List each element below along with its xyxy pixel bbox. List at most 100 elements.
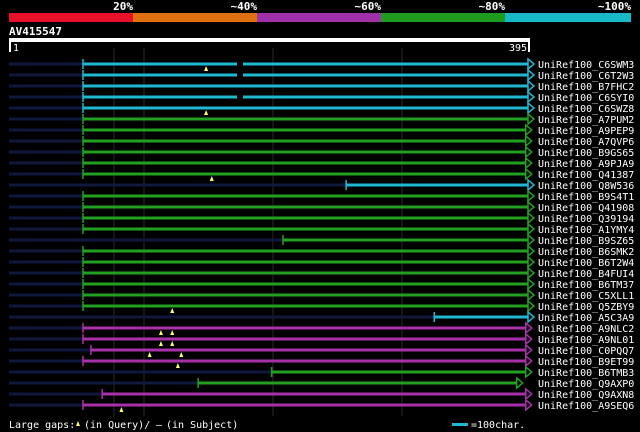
hit-label[interactable]: UniRef100_C0PQQ7 <box>538 346 634 357</box>
hit-label[interactable]: UniRef100_A5C3A9 <box>538 313 634 324</box>
legend-in-subject: (in Subject) <box>166 420 238 431</box>
hit-label[interactable]: UniRef100_A7PUM2 <box>538 115 634 126</box>
hit-label[interactable]: UniRef100_Q9AXP0 <box>538 379 634 390</box>
hit-row[interactable]: UniRef100_B6T2W4 <box>9 255 634 269</box>
hit-label[interactable]: UniRef100_Q41387 <box>538 170 634 181</box>
hit-label[interactable]: UniRef100_B6TM37 <box>538 280 634 291</box>
hit-arrow-icon <box>524 398 533 412</box>
scale-segment-80 <box>381 13 505 22</box>
query-gap-marker-icon <box>147 352 152 357</box>
query-end-tick <box>528 42 530 52</box>
hit-row[interactable]: UniRef100_C6SYI0 <box>9 90 634 104</box>
hit-label[interactable]: UniRef100_B4FUI4 <box>538 269 634 280</box>
hit-arrow-icon <box>524 321 533 335</box>
scale-segment-20 <box>9 13 133 22</box>
hit-label[interactable]: UniRef100_A9PJA9 <box>538 159 634 170</box>
hit-label[interactable]: UniRef100_B9S4T1 <box>538 192 634 203</box>
hit-label[interactable]: UniRef100_Q9AXN8 <box>538 390 634 401</box>
hit-row[interactable]: UniRef100_A9NLC2 <box>9 321 634 335</box>
scale-bar-100-icon <box>452 423 468 426</box>
hit-row[interactable]: UniRef100_B6TM37 <box>9 277 634 291</box>
hit-row[interactable]: UniRef100_B9GS65 <box>9 145 634 159</box>
hit-label[interactable]: UniRef100_B9GS65 <box>538 148 634 159</box>
hit-label[interactable]: UniRef100_C6SWM3 <box>538 60 634 71</box>
legend-dash-symbol: – <box>156 420 163 431</box>
hit-row[interactable]: UniRef100_B7FHC2 <box>9 79 634 93</box>
hit-arrow-icon <box>527 101 536 115</box>
hit-row[interactable]: UniRef100_B9S4T1 <box>9 189 634 203</box>
hit-label[interactable]: UniRef100_C6SYI0 <box>538 93 634 104</box>
hit-row[interactable]: UniRef100_Q5ZBY9 <box>9 299 634 313</box>
hit-list: UniRef100_C6SWM3UniRef100_C6T2W3UniRef10… <box>9 57 634 412</box>
hit-label[interactable]: UniRef100_B6SMK2 <box>538 247 634 258</box>
alignment-graphic: 20% ~40% ~60% ~80% ~100% AV415547 1 395 … <box>9 0 634 431</box>
hit-row[interactable]: UniRef100_C6SWM3 <box>9 57 634 71</box>
hit-row[interactable]: UniRef100_C6T2W3 <box>9 68 634 82</box>
hit-arrow-icon <box>527 233 536 247</box>
scale-label-20: 20% <box>113 0 133 13</box>
hit-row[interactable]: UniRef100_A1YMY4 <box>9 222 634 236</box>
hit-row[interactable]: UniRef100_B9SZ65 <box>9 233 634 247</box>
hit-label[interactable]: UniRef100_C5XLL1 <box>538 291 634 302</box>
hit-row[interactable]: UniRef100_Q41387 <box>9 167 634 181</box>
hit-label[interactable]: UniRef100_Q39194 <box>538 214 634 225</box>
hit-row[interactable]: UniRef100_C6SWZ8 <box>9 101 634 115</box>
scale-label-40: ~40% <box>231 0 258 13</box>
hit-row[interactable]: UniRef100_A5C3A9 <box>9 310 634 324</box>
hit-row[interactable]: UniRef100_A9SEQ6 <box>9 398 634 412</box>
hit-row[interactable]: UniRef100_Q9AXN8 <box>9 387 634 401</box>
hit-arrow-icon <box>527 79 536 93</box>
scale-label-60: ~60% <box>355 0 382 13</box>
hit-row[interactable]: UniRef100_B6TMB3 <box>9 365 634 379</box>
hit-label[interactable]: UniRef100_A1YMY4 <box>538 225 634 236</box>
legend-in-query: (in Query)/ <box>84 420 150 431</box>
hit-label[interactable]: UniRef100_Q5ZBY9 <box>538 302 634 313</box>
query-gap-marker-icon <box>209 176 214 181</box>
query-gap-marker-icon <box>76 421 80 426</box>
hit-row[interactable]: UniRef100_Q8W536 <box>9 178 634 192</box>
hit-row[interactable]: UniRef100_A9NL01 <box>9 332 634 346</box>
query-gap-marker-icon <box>170 341 175 346</box>
hit-label[interactable]: UniRef100_A9PEP9 <box>538 126 634 137</box>
hit-row[interactable]: UniRef100_A9PEP9 <box>9 123 634 137</box>
hit-label[interactable]: UniRef100_B9SZ65 <box>538 236 634 247</box>
query-bar <box>9 38 530 42</box>
hit-row[interactable]: UniRef100_A7QVP6 <box>9 134 634 148</box>
hit-label[interactable]: UniRef100_B6TMB3 <box>538 368 634 379</box>
hit-row[interactable]: UniRef100_C0PQQ7 <box>9 343 634 357</box>
scale-label-100: ~100% <box>598 0 631 13</box>
hit-label[interactable]: UniRef100_Q8W536 <box>538 181 634 192</box>
hit-row[interactable]: UniRef100_C5XLL1 <box>9 288 634 302</box>
hit-label[interactable]: UniRef100_A9SEQ6 <box>538 401 634 412</box>
hit-row[interactable]: UniRef100_Q39194 <box>9 211 634 225</box>
hit-row[interactable]: UniRef100_B4FUI4 <box>9 266 634 280</box>
hit-label[interactable]: UniRef100_B7FHC2 <box>538 82 634 93</box>
hit-arrow-icon <box>524 134 533 148</box>
hit-row[interactable]: UniRef100_B9ET99 <box>9 354 634 368</box>
hit-arrow-icon <box>527 277 536 291</box>
hit-arrow-icon <box>527 266 536 280</box>
hit-row[interactable]: UniRef100_B6SMK2 <box>9 244 634 258</box>
hit-row[interactable]: UniRef100_Q41908 <box>9 200 634 214</box>
hit-arrow-icon <box>527 288 536 302</box>
legend: Large gaps: (in Query)/ – (in Subject) =… <box>9 420 525 431</box>
hit-label[interactable]: UniRef100_B6T2W4 <box>538 258 634 269</box>
hit-label[interactable]: UniRef100_C6SWZ8 <box>538 104 634 115</box>
hit-row[interactable]: UniRef100_A7PUM2 <box>9 112 634 126</box>
hit-arrow-icon <box>527 178 536 192</box>
hit-arrow-icon <box>527 189 536 203</box>
hit-label[interactable]: UniRef100_A9NLC2 <box>538 324 634 335</box>
hit-arrow-icon <box>527 255 536 269</box>
hit-label[interactable]: UniRef100_A9NL01 <box>538 335 634 346</box>
hit-arrow-icon <box>527 222 536 236</box>
hit-arrow-icon <box>524 365 533 379</box>
hit-label[interactable]: UniRef100_A7QVP6 <box>538 137 634 148</box>
query-gap-marker-icon <box>158 341 163 346</box>
query-id: AV415547 <box>9 25 62 38</box>
hit-label[interactable]: UniRef100_C6T2W3 <box>538 71 634 82</box>
hit-arrow-icon <box>524 332 533 346</box>
hit-row[interactable]: UniRef100_A9PJA9 <box>9 156 634 170</box>
hit-row[interactable]: UniRef100_Q9AXP0 <box>9 376 634 390</box>
hit-label[interactable]: UniRef100_B9ET99 <box>538 357 634 368</box>
hit-label[interactable]: UniRef100_Q41908 <box>538 203 634 214</box>
